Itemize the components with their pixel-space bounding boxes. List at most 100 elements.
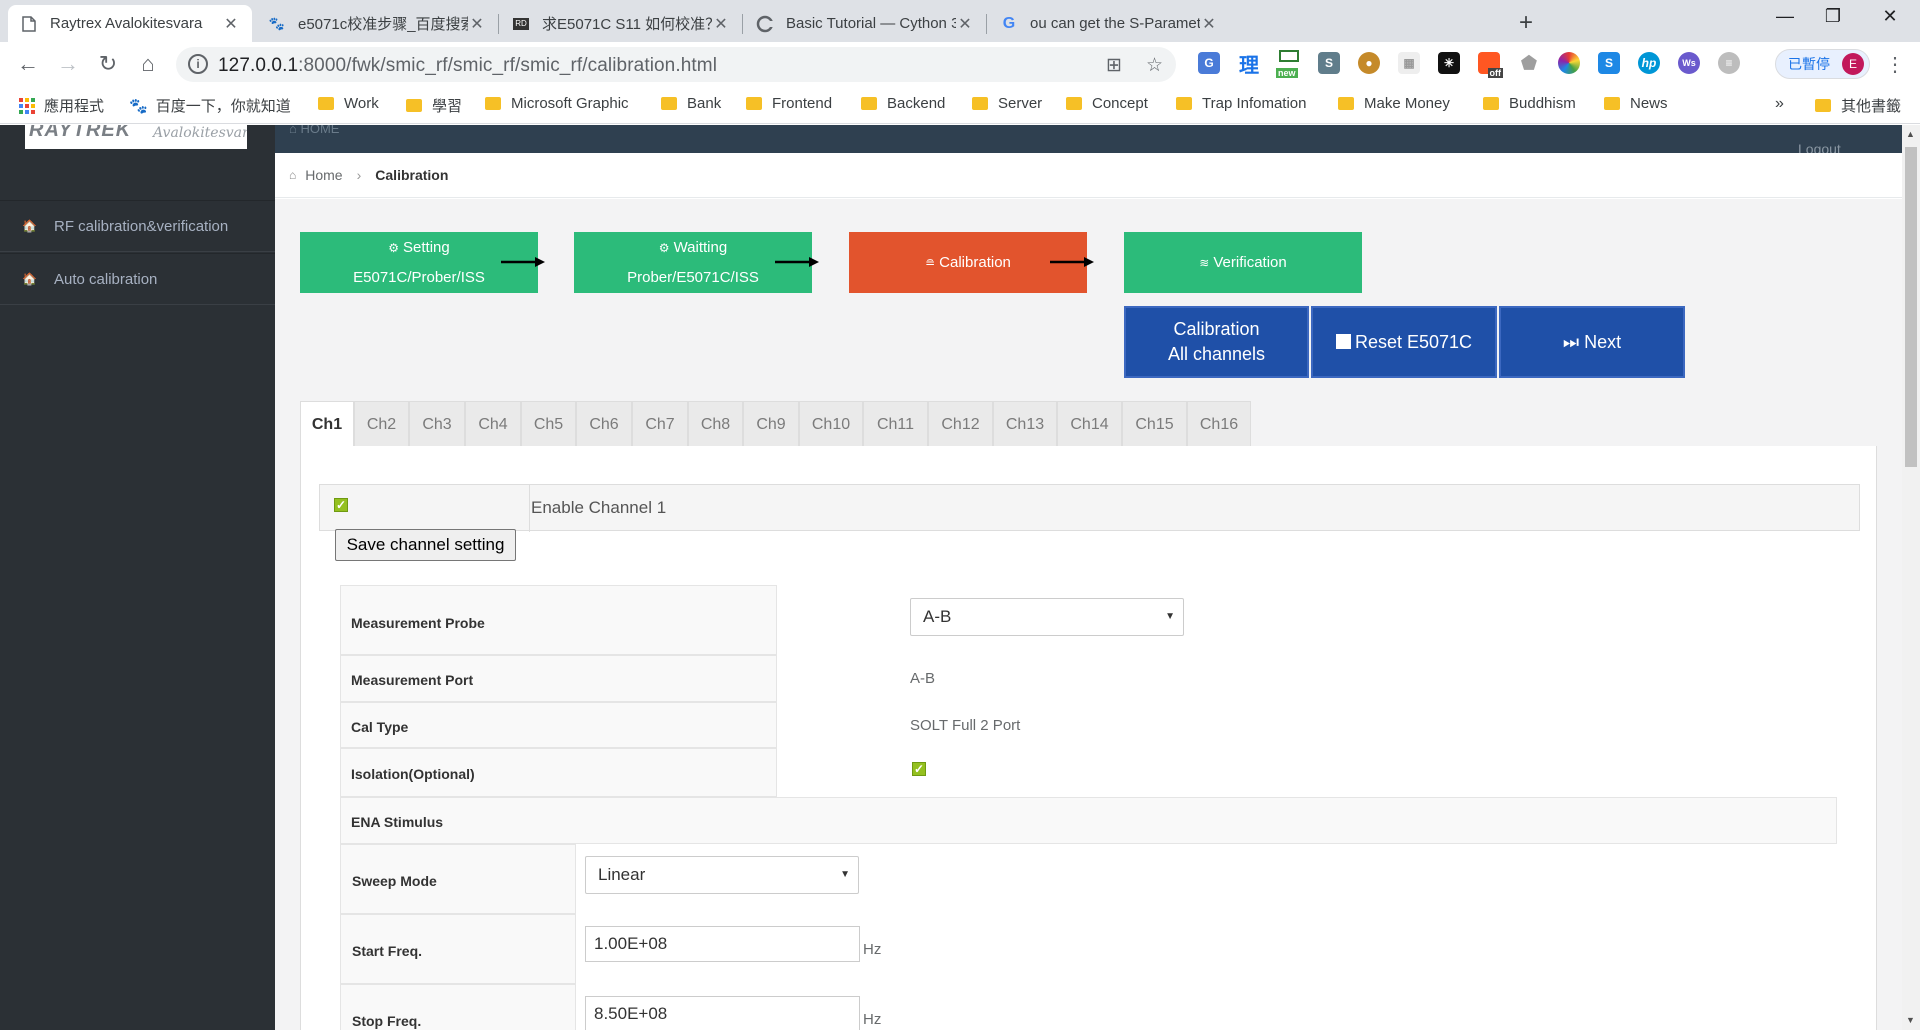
home-icon: 🏠: [22, 272, 37, 286]
tab-ch6[interactable]: Ch6: [576, 401, 632, 447]
next-button[interactable]: ⏭ Next: [1499, 306, 1685, 378]
tab-ch11[interactable]: Ch11: [863, 401, 928, 447]
tab-ch15[interactable]: Ch15: [1122, 401, 1187, 447]
stop-freq-input[interactable]: 8.50E+08: [585, 996, 860, 1030]
sweep-mode-select[interactable]: Linear ▼: [585, 856, 859, 894]
hp-ext-icon[interactable]: hp: [1638, 52, 1660, 74]
logo[interactable]: RAYTREK Avalokitesvara: [25, 125, 247, 149]
browser-tab[interactable]: G ou can get the S-Parameter me ✕: [988, 5, 1230, 42]
tab-ch7[interactable]: Ch7: [632, 401, 688, 447]
calibration-all-channels-button[interactable]: Calibration All channels: [1124, 306, 1309, 378]
page-scrollbar[interactable]: ▲ ▼: [1902, 125, 1920, 1030]
bookmark-folder-server[interactable]: Server: [972, 95, 1042, 112]
folder-icon: [1483, 97, 1499, 110]
start-freq-input[interactable]: 1.00E+08: [585, 926, 860, 962]
home-icon[interactable]: ⌂: [134, 51, 162, 77]
scroll-down-icon[interactable]: ▼: [1906, 1015, 1915, 1025]
bookmark-folder-buddhism[interactable]: Buddhism: [1483, 95, 1576, 112]
tab-ch1[interactable]: Ch1: [300, 401, 354, 448]
bookmark-label: 應用程式: [44, 98, 105, 115]
forward-icon[interactable]: →: [54, 51, 82, 77]
save-channel-setting-button[interactable]: Save channel setting: [335, 529, 516, 561]
list-ext-icon[interactable]: ≡: [1718, 52, 1740, 74]
new-tab-icon[interactable]: +: [1519, 9, 1533, 37]
tab-ch14[interactable]: Ch14: [1057, 401, 1122, 447]
ws-ext-icon[interactable]: Ws: [1678, 52, 1700, 74]
google-translate-ext-icon[interactable]: G: [1198, 52, 1220, 74]
browser-tab[interactable]: Basic Tutorial — Cython 3.0a0 d ✕: [744, 5, 986, 42]
new-ext-icon[interactable]: new: [1276, 50, 1300, 78]
bookmark-folder-work[interactable]: Work: [318, 95, 379, 112]
site-info-icon[interactable]: i: [188, 54, 208, 74]
sweep-mode-value: Linear: [598, 865, 646, 884]
reset-e5071c-button[interactable]: Reset E5071C: [1311, 306, 1497, 378]
bookmark-folder-concept[interactable]: Concept: [1066, 95, 1148, 112]
bookmark-folder-study[interactable]: 學習: [406, 95, 462, 116]
bookmark-folder-make-money[interactable]: Make Money: [1338, 95, 1450, 112]
back-icon[interactable]: ←: [14, 51, 42, 77]
browser-tab-active[interactable]: Raytrex Avalokitesvara ✕: [8, 5, 252, 42]
close-icon[interactable]: ✕: [222, 14, 240, 34]
translate-icon[interactable]: ⊞: [1106, 54, 1122, 77]
bookmark-folder-frontend[interactable]: Frontend: [746, 95, 832, 112]
tab-ch3[interactable]: Ch3: [409, 401, 465, 447]
tab-ch16[interactable]: Ch16: [1187, 401, 1251, 447]
bookmark-baidu[interactable]: 🐾 百度一下，你就知道: [129, 95, 291, 116]
close-icon[interactable]: ✕: [468, 14, 486, 34]
bookmark-folder-microsoft-graphic[interactable]: Microsoft Graphic: [485, 95, 629, 112]
tab-ch13[interactable]: Ch13: [993, 401, 1057, 447]
bookmark-folder-bank[interactable]: Bank: [661, 95, 721, 112]
dictionary-ext-icon[interactable]: 理: [1238, 52, 1260, 77]
step-title-text: Waitting: [673, 238, 728, 256]
tab-ch9[interactable]: Ch9: [743, 401, 799, 447]
address-bar[interactable]: i 127.0.0.1:8000/fwk/smic_rf/smic_rf/smi…: [176, 47, 1176, 82]
step-verification[interactable]: ≋ Verification: [1124, 232, 1362, 293]
scroll-up-icon[interactable]: ▲: [1906, 129, 1915, 139]
close-icon[interactable]: ✕: [712, 14, 730, 34]
bookmark-star-icon[interactable]: ☆: [1146, 54, 1163, 77]
colorpick-ext-icon[interactable]: ✳: [1438, 52, 1460, 74]
avatar: E: [1842, 53, 1864, 75]
scrollbar-thumb[interactable]: [1905, 147, 1917, 467]
browser-tab[interactable]: RD 求E5071C S11 如何校准？具体步 ✕: [500, 5, 742, 42]
tab-ch4[interactable]: Ch4: [465, 401, 521, 447]
stylus-ext-icon[interactable]: S: [1318, 52, 1340, 74]
bookmark-folder-other[interactable]: 其他書籤: [1815, 95, 1901, 116]
cal-type-value: SOLT Full 2 Port: [910, 717, 1021, 734]
tab-ch12[interactable]: Ch12: [928, 401, 993, 447]
isolation-checkbox[interactable]: ✓: [912, 762, 926, 776]
skype-ext-icon[interactable]: S: [1598, 52, 1620, 74]
tab-ch2[interactable]: Ch2: [354, 401, 409, 447]
image-ext-icon[interactable]: ▦: [1398, 52, 1420, 74]
close-icon[interactable]: ✕: [1200, 14, 1218, 34]
bookmarks-overflow-button[interactable]: »: [1775, 95, 1784, 113]
off-ext-icon[interactable]: off: [1478, 52, 1503, 78]
profile-paused-button[interactable]: 已暫停 E: [1775, 49, 1870, 79]
measurement-probe-select[interactable]: A-B ▼: [910, 598, 1184, 636]
kebab-menu-icon[interactable]: ⋮: [1885, 52, 1905, 77]
step-title-text: Setting: [403, 238, 450, 256]
enable-channel-checkbox[interactable]: ✓: [334, 498, 348, 512]
window-close-icon[interactable]: ✕: [1875, 6, 1905, 27]
bookmark-label: Concept: [1092, 95, 1148, 112]
topbar-home-link[interactable]: ⌂ HOME: [289, 125, 339, 136]
sidebar-item-auto-calibration[interactable]: 🏠 Auto calibration: [0, 253, 275, 305]
restore-icon[interactable]: ❐: [1818, 6, 1848, 27]
tab-ch10[interactable]: Ch10: [799, 401, 863, 447]
browser-tab[interactable]: 🐾 e5071c校准步骤_百度搜索 ✕: [256, 5, 498, 42]
tab-ch5[interactable]: Ch5: [521, 401, 576, 447]
sidebar-item-rf-calibration[interactable]: 🏠 RF calibration&verification: [0, 200, 275, 252]
cookie-ext-icon[interactable]: ●: [1358, 52, 1380, 74]
bookmark-folder-backend[interactable]: Backend: [861, 95, 945, 112]
bookmark-apps[interactable]: 應用程式: [19, 95, 104, 116]
color-wheel-ext-icon[interactable]: [1558, 52, 1580, 74]
stack-icon: ≘: [925, 255, 936, 270]
bookmark-folder-news[interactable]: News: [1604, 95, 1668, 112]
minimize-icon[interactable]: —: [1770, 6, 1800, 27]
close-icon[interactable]: ✕: [956, 14, 974, 34]
bookmark-folder-trap-infomation[interactable]: Trap Infomation: [1176, 95, 1307, 112]
reload-icon[interactable]: ↻: [94, 51, 122, 77]
breadcrumb-home[interactable]: ⌂ Home: [289, 167, 343, 183]
tab-ch8[interactable]: Ch8: [688, 401, 743, 447]
shield-ext-icon[interactable]: ⬟: [1518, 52, 1540, 74]
